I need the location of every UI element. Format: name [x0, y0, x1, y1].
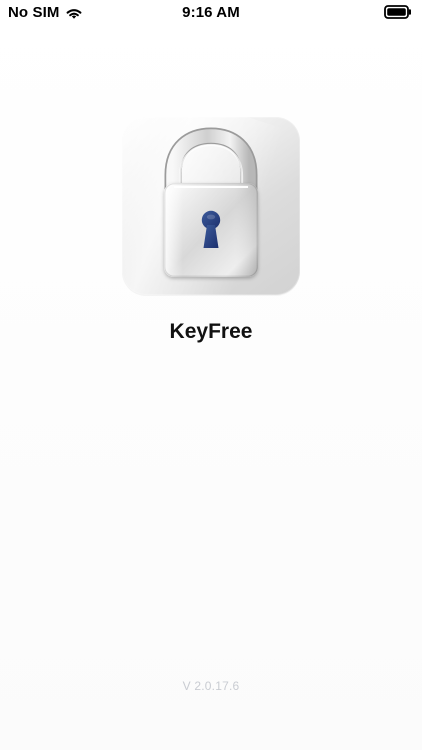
carrier-label: No SIM	[8, 4, 60, 21]
padlock-icon	[164, 127, 258, 277]
splash-screen: No SIM 9:16 AM KeyFree V 2.0.17.6	[0, 0, 422, 750]
status-bar: No SIM 9:16 AM	[0, 0, 422, 28]
app-logo	[122, 117, 300, 295]
app-version: V 2.0.17.6	[182, 679, 240, 693]
carrier-group: No SIM	[8, 4, 83, 22]
app-title: KeyFree	[169, 320, 253, 343]
battery-icon	[384, 5, 411, 19]
wifi-icon	[66, 9, 82, 19]
